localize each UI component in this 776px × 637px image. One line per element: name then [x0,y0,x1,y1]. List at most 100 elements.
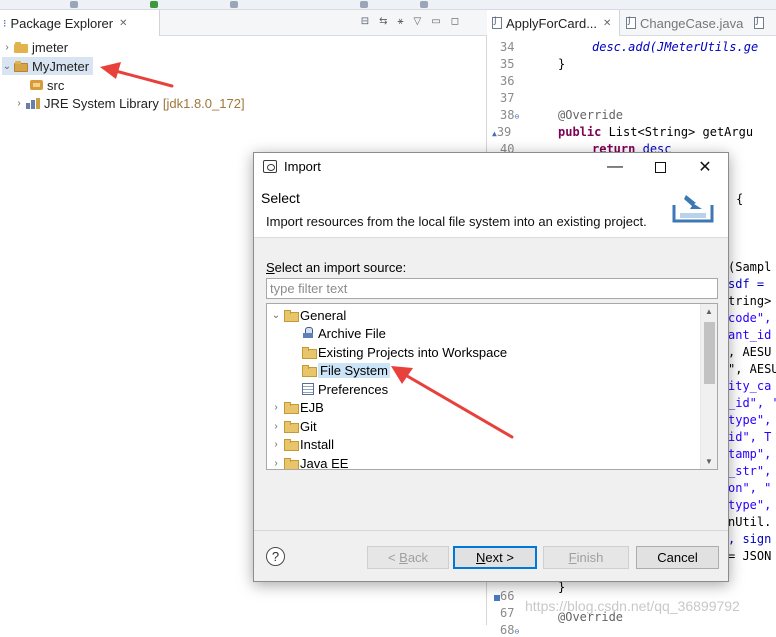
filter-input[interactable] [266,278,718,299]
tree-item-file-system[interactable]: File System [300,361,390,379]
tree-item-existing-projects[interactable]: Existing Projects into Workspace [300,343,507,361]
code-text: ant_id [728,328,772,342]
view-menu-icon[interactable]: ▽ [414,16,422,27]
code-fragment: _str", [728,464,771,478]
close-icon[interactable]: ✕ [119,18,127,29]
cancel-button[interactable]: Cancel [636,546,719,569]
jdk-version-label: [jdk1.8.0_172] [162,95,245,111]
toolbar-icon[interactable] [420,1,428,8]
mnemonic-char: B [399,550,408,565]
minimize-button[interactable]: — [592,153,638,181]
back-button[interactable]: < Back [367,546,449,569]
tab-changecase[interactable]: ChangeCase.java [622,10,747,36]
view-toolbar: ⊟ ⇆ ⚹ ▽ ▭ ◻ [361,16,459,27]
tree-item-label: EJB [300,399,324,415]
label-text: elect an import source: [274,260,407,275]
button-bar-divider [254,530,728,531]
mnemonic-char: F [568,550,577,565]
main-toolbar [0,0,776,10]
code-fragment: tamp", [728,447,771,461]
code-text: , sign [728,532,772,546]
tree-item-jre-library[interactable]: › JRE System Library [jdk1.8.0_172] [14,94,245,112]
maximize-view-icon[interactable]: ◻ [451,16,459,27]
tree-item-java-ee[interactable]: › Java EE [270,454,349,470]
tree-item-git[interactable]: › Git [270,417,316,435]
import-dialog: Import — ✕ Select Import resources from … [253,152,729,582]
java-file-icon [492,16,502,29]
line-number: 67 [500,606,515,620]
code-fragment: on", " [728,481,771,495]
mnemonic-char: N [476,550,486,565]
vertical-scrollbar[interactable]: ▲ ▼ [700,304,717,469]
collapse-all-icon[interactable]: ⊟ [361,16,369,27]
tree-item-label: JRE System Library [44,95,159,111]
code-fragment: code", [728,311,771,325]
chevron-right-icon[interactable]: › [14,98,24,109]
tab-overflow[interactable] [752,10,776,36]
focus-icon[interactable]: ⚹ [398,16,404,27]
tree-item-myjmeter[interactable]: ⌄ MyJmeter [2,57,94,75]
button-text: < [387,550,400,565]
scroll-down-icon[interactable]: ▼ [705,457,713,466]
next-button[interactable]: Next > [453,546,537,569]
tree-item-label: Java EE [300,455,349,470]
line-number: 34 [500,40,515,54]
line-number: 68 [500,623,515,637]
minimize-view-icon[interactable]: ▭ [431,16,440,27]
button-text: ack [407,550,429,565]
tree-item-preferences[interactable]: Preferences [300,380,388,398]
package-explorer-tab-label: Package Explorer [10,15,114,31]
code-text: List<String> getArgu [601,125,754,139]
tree-item-ejb[interactable]: › EJB [270,398,324,416]
chevron-right-icon[interactable]: › [270,439,282,450]
finish-button[interactable]: Finish [543,546,629,569]
link-editor-icon[interactable]: ⇆ [379,16,387,27]
maximize-button[interactable] [637,153,683,181]
fold-marker-icon[interactable]: ⊖ [514,627,519,636]
code-fragment: ity_ca [728,379,771,393]
code-text: ity_ca [728,379,772,393]
tree-item-archive-file[interactable]: Archive File [300,324,386,342]
chevron-down-icon[interactable]: ⌄ [2,61,12,72]
folder-icon [302,365,317,377]
help-icon[interactable]: ? [266,547,285,566]
code-fragment: (Sampl [728,260,772,274]
package-explorer-icon: ⁝ [3,17,7,30]
toolbar-icon[interactable] [360,1,368,8]
project-folder-icon [14,41,28,53]
toolbar-icon[interactable] [230,1,238,8]
tree-item-label: MyJmeter [32,58,90,74]
folder-icon [284,421,299,433]
chevron-right-icon[interactable]: › [270,421,282,432]
watermark-text: https://blog.csdn.net/qq_36899792 [525,598,740,614]
line-number: 37 [500,91,515,105]
tree-item-general[interactable]: ⌄ General [270,306,346,324]
chevron-right-icon[interactable]: › [270,458,282,469]
tab-applyforcard[interactable]: ApplyForCard... ✕ [488,10,620,36]
close-icon[interactable]: ✕ [603,18,611,29]
scrollbar-thumb[interactable] [704,322,715,384]
tree-item-install[interactable]: › Install [270,435,334,453]
close-button[interactable]: ✕ [682,153,728,181]
chevron-right-icon[interactable]: › [2,42,12,53]
import-source-tree[interactable]: ⌄ General Archive File Existing Projects… [266,303,718,470]
package-explorer-tab[interactable]: ⁝ Package Explorer ✕ [0,10,160,36]
run-icon[interactable] [150,1,158,8]
dialog-title-bar[interactable]: Import — ✕ [254,153,728,181]
scroll-up-icon[interactable]: ▲ [705,307,713,316]
code-fragment: _id", ' [728,396,776,410]
chevron-down-icon[interactable]: ⌄ [270,310,282,321]
folder-icon [284,439,299,451]
tree-item-jmeter[interactable]: › jmeter [2,38,68,56]
chevron-right-icon[interactable]: › [270,402,282,413]
tree-item-src[interactable]: src [28,76,64,94]
toolbar-icon[interactable] [70,1,78,8]
code-text: on", " [728,481,772,495]
fold-marker-icon[interactable]: ⊖ [514,112,519,121]
code-fragment: tring> [728,294,772,308]
code-fragment: nUtil. [728,515,772,529]
button-text: ext > [485,550,514,565]
tree-item-label: Install [300,436,334,452]
code-text: desc.add(JMeterUtils.ge [592,40,759,54]
code-text: public [558,125,602,139]
